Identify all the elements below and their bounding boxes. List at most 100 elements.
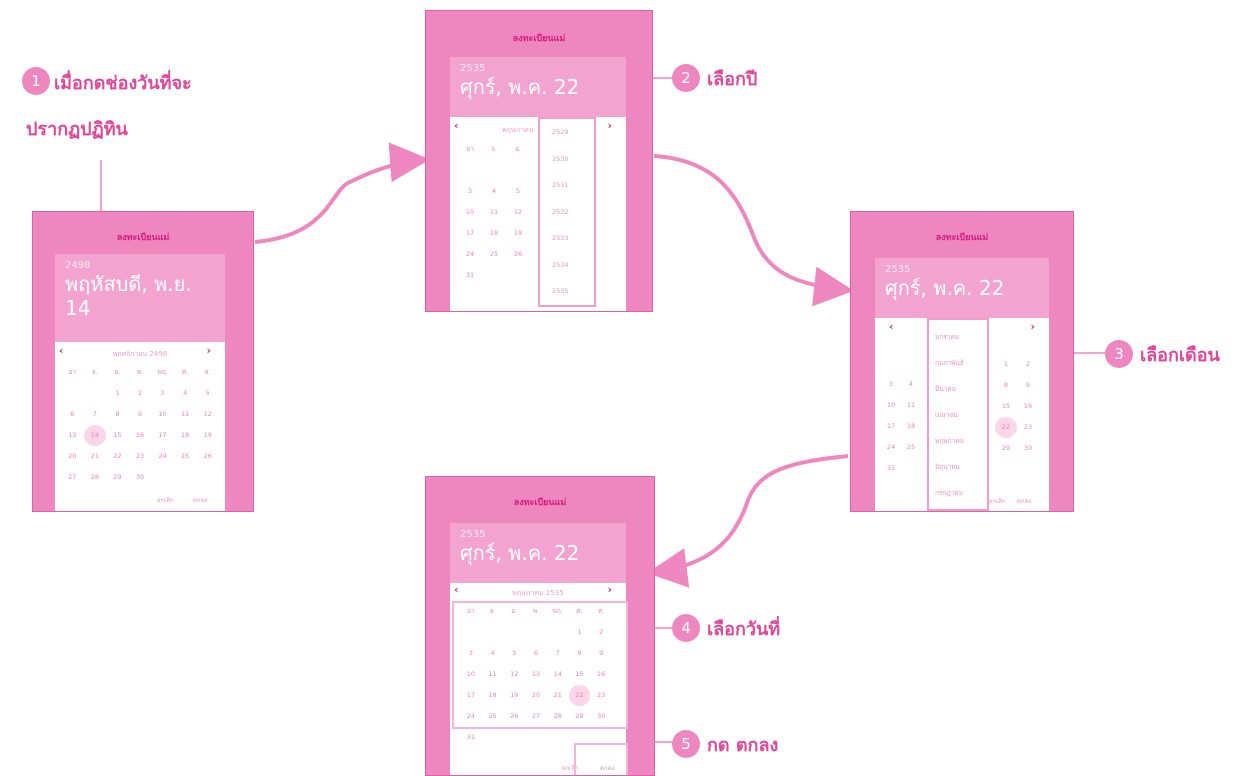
day-cell[interactable]: 23	[1017, 417, 1039, 438]
header-date: ศุกร์, พ.ค. 22	[460, 75, 580, 99]
day-cell[interactable]: 5	[196, 383, 219, 404]
day-cell[interactable]: 26	[196, 446, 219, 467]
day-cell[interactable]: 3	[881, 374, 901, 395]
day-cell	[84, 383, 107, 404]
day-cell[interactable]: 27	[61, 467, 84, 488]
day-cell[interactable]: 25	[901, 437, 921, 458]
day-cell[interactable]: 30	[1017, 438, 1039, 459]
day-cell[interactable]: 20	[61, 446, 84, 467]
day-cell[interactable]: 1	[995, 354, 1017, 375]
day-cell[interactable]: 22	[995, 417, 1017, 438]
day-cell[interactable]: 15	[106, 425, 129, 446]
day-cell[interactable]: 11	[482, 202, 506, 223]
year-option[interactable]: 2532	[552, 199, 594, 226]
day-cell[interactable]: 3	[458, 181, 482, 202]
day-cell[interactable]: 8	[106, 404, 129, 425]
day-cell[interactable]: 18	[174, 425, 197, 446]
day-cell[interactable]: 24	[458, 244, 482, 265]
day-cell[interactable]: 14	[83, 425, 107, 446]
day-cell[interactable]: 4	[901, 374, 921, 395]
day-cell[interactable]: 2	[1017, 354, 1039, 375]
year-option[interactable]: 2530	[552, 146, 594, 173]
header-year[interactable]: 2535	[460, 63, 485, 74]
year-option[interactable]: 2535	[552, 278, 594, 305]
day-cell[interactable]: 17	[151, 425, 174, 446]
month-option[interactable]: มกราคม	[935, 324, 987, 350]
day-cell[interactable]: 11	[901, 395, 921, 416]
year-option[interactable]: 2531	[552, 172, 594, 199]
day-cell[interactable]: 17	[881, 416, 901, 437]
day-cell[interactable]: 31	[458, 265, 482, 286]
day-cell[interactable]: 4	[174, 383, 197, 404]
header-year[interactable]: 2535	[460, 529, 485, 540]
day-cell[interactable]: 4	[482, 181, 506, 202]
day-cell[interactable]: 16	[1017, 396, 1039, 417]
day-cell[interactable]: 18	[901, 416, 921, 437]
day-cell[interactable]: 10	[458, 202, 482, 223]
day-cell[interactable]: 12	[506, 202, 530, 223]
day-cell[interactable]: 7	[84, 404, 107, 425]
weekday-label: พ.	[136, 368, 144, 376]
day-cell[interactable]: 21	[84, 446, 107, 467]
day-cell[interactable]: 22	[106, 446, 129, 467]
year-option[interactable]: 2533	[552, 225, 594, 252]
day-cell[interactable]: 25	[482, 244, 506, 265]
dialog-header: 2535 ศุกร์, พ.ค. 22	[875, 258, 1049, 318]
calendar-grid: อา จ. อ. 3 4 5 10 11 12 17 18 19 24 25 26 31	[458, 139, 530, 286]
day-cell[interactable]: 9	[1017, 375, 1039, 396]
year-list[interactable]: 2529 2530 2531 2532 2533 2534 2535	[538, 117, 596, 307]
day-cell[interactable]: 12	[196, 404, 219, 425]
prev-month-icon[interactable]: ‹	[454, 119, 459, 132]
cancel-button[interactable]: ยกเลิก	[157, 495, 174, 505]
month-option[interactable]: พฤษภาคม	[935, 428, 987, 454]
day-cell[interactable]: 26	[506, 244, 530, 265]
header-year[interactable]: 2535	[885, 264, 910, 275]
day-cell[interactable]: 24	[151, 446, 174, 467]
day-cell[interactable]: 6	[61, 404, 84, 425]
year-option[interactable]: 2534	[552, 252, 594, 279]
day-cell[interactable]: 23	[129, 446, 152, 467]
day-cell[interactable]: 10	[881, 395, 901, 416]
day-cell[interactable]: 2	[129, 383, 152, 404]
header-date: ศุกร์, พ.ค. 22	[885, 276, 1005, 300]
day-cell[interactable]: 11	[174, 404, 197, 425]
day-cell[interactable]: 3	[151, 383, 174, 404]
month-option[interactable]: กุมภาพันธ์	[935, 350, 987, 376]
day-cell[interactable]: 31	[460, 727, 482, 748]
header-date: พฤหัสบดี, พ.ย. 14	[65, 272, 192, 320]
prev-month-icon[interactable]: ‹	[889, 320, 894, 333]
year-option[interactable]: 2529	[552, 119, 594, 146]
next-month-icon[interactable]: ›	[1030, 320, 1035, 333]
month-option[interactable]: มิถุนายน	[935, 454, 987, 480]
day-cell[interactable]: 25	[174, 446, 197, 467]
month-option[interactable]: กรกฎาคม	[935, 480, 987, 506]
day-cell[interactable]: 19	[506, 223, 530, 244]
day-cell[interactable]: 31	[881, 458, 901, 479]
day-cell[interactable]: 28	[84, 467, 107, 488]
month-list[interactable]: มกราคม กุมภาพันธ์ มีนาคม เมษายน พฤษภาคม มิถุน…	[927, 318, 989, 511]
day-cell[interactable]: 29	[106, 467, 129, 488]
day-cell[interactable]: 19	[196, 425, 219, 446]
day-cell[interactable]: 13	[61, 425, 84, 446]
day-cell[interactable]: 10	[151, 404, 174, 425]
day-cell[interactable]: 1	[106, 383, 129, 404]
month-option[interactable]: เมษายน	[935, 402, 987, 428]
day-cell[interactable]: 17	[458, 223, 482, 244]
day-cell[interactable]: 8	[995, 375, 1017, 396]
weekday-label: อา	[68, 368, 77, 376]
ok-button[interactable]: ตกลง	[1017, 496, 1031, 506]
day-cell[interactable]: 30	[129, 467, 152, 488]
day-cell[interactable]: 18	[482, 223, 506, 244]
day-cell[interactable]: 15	[995, 396, 1017, 417]
day-cell[interactable]: 9	[129, 404, 152, 425]
day-cell[interactable]: 16	[129, 425, 152, 446]
day-cell[interactable]: 24	[881, 437, 901, 458]
day-cell[interactable]: 5	[506, 181, 530, 202]
ok-button[interactable]: ตกลง	[193, 495, 207, 505]
day-cell[interactable]: 29	[995, 438, 1017, 459]
cancel-button[interactable]: ยกเลิก	[989, 496, 1006, 506]
header-year[interactable]: 2498	[65, 260, 90, 271]
month-option[interactable]: มีนาคม	[935, 376, 987, 402]
calendar-grid-left: 3 4 10 11 17 18 24 25 31	[881, 374, 921, 479]
next-month-icon[interactable]: ›	[607, 119, 612, 132]
